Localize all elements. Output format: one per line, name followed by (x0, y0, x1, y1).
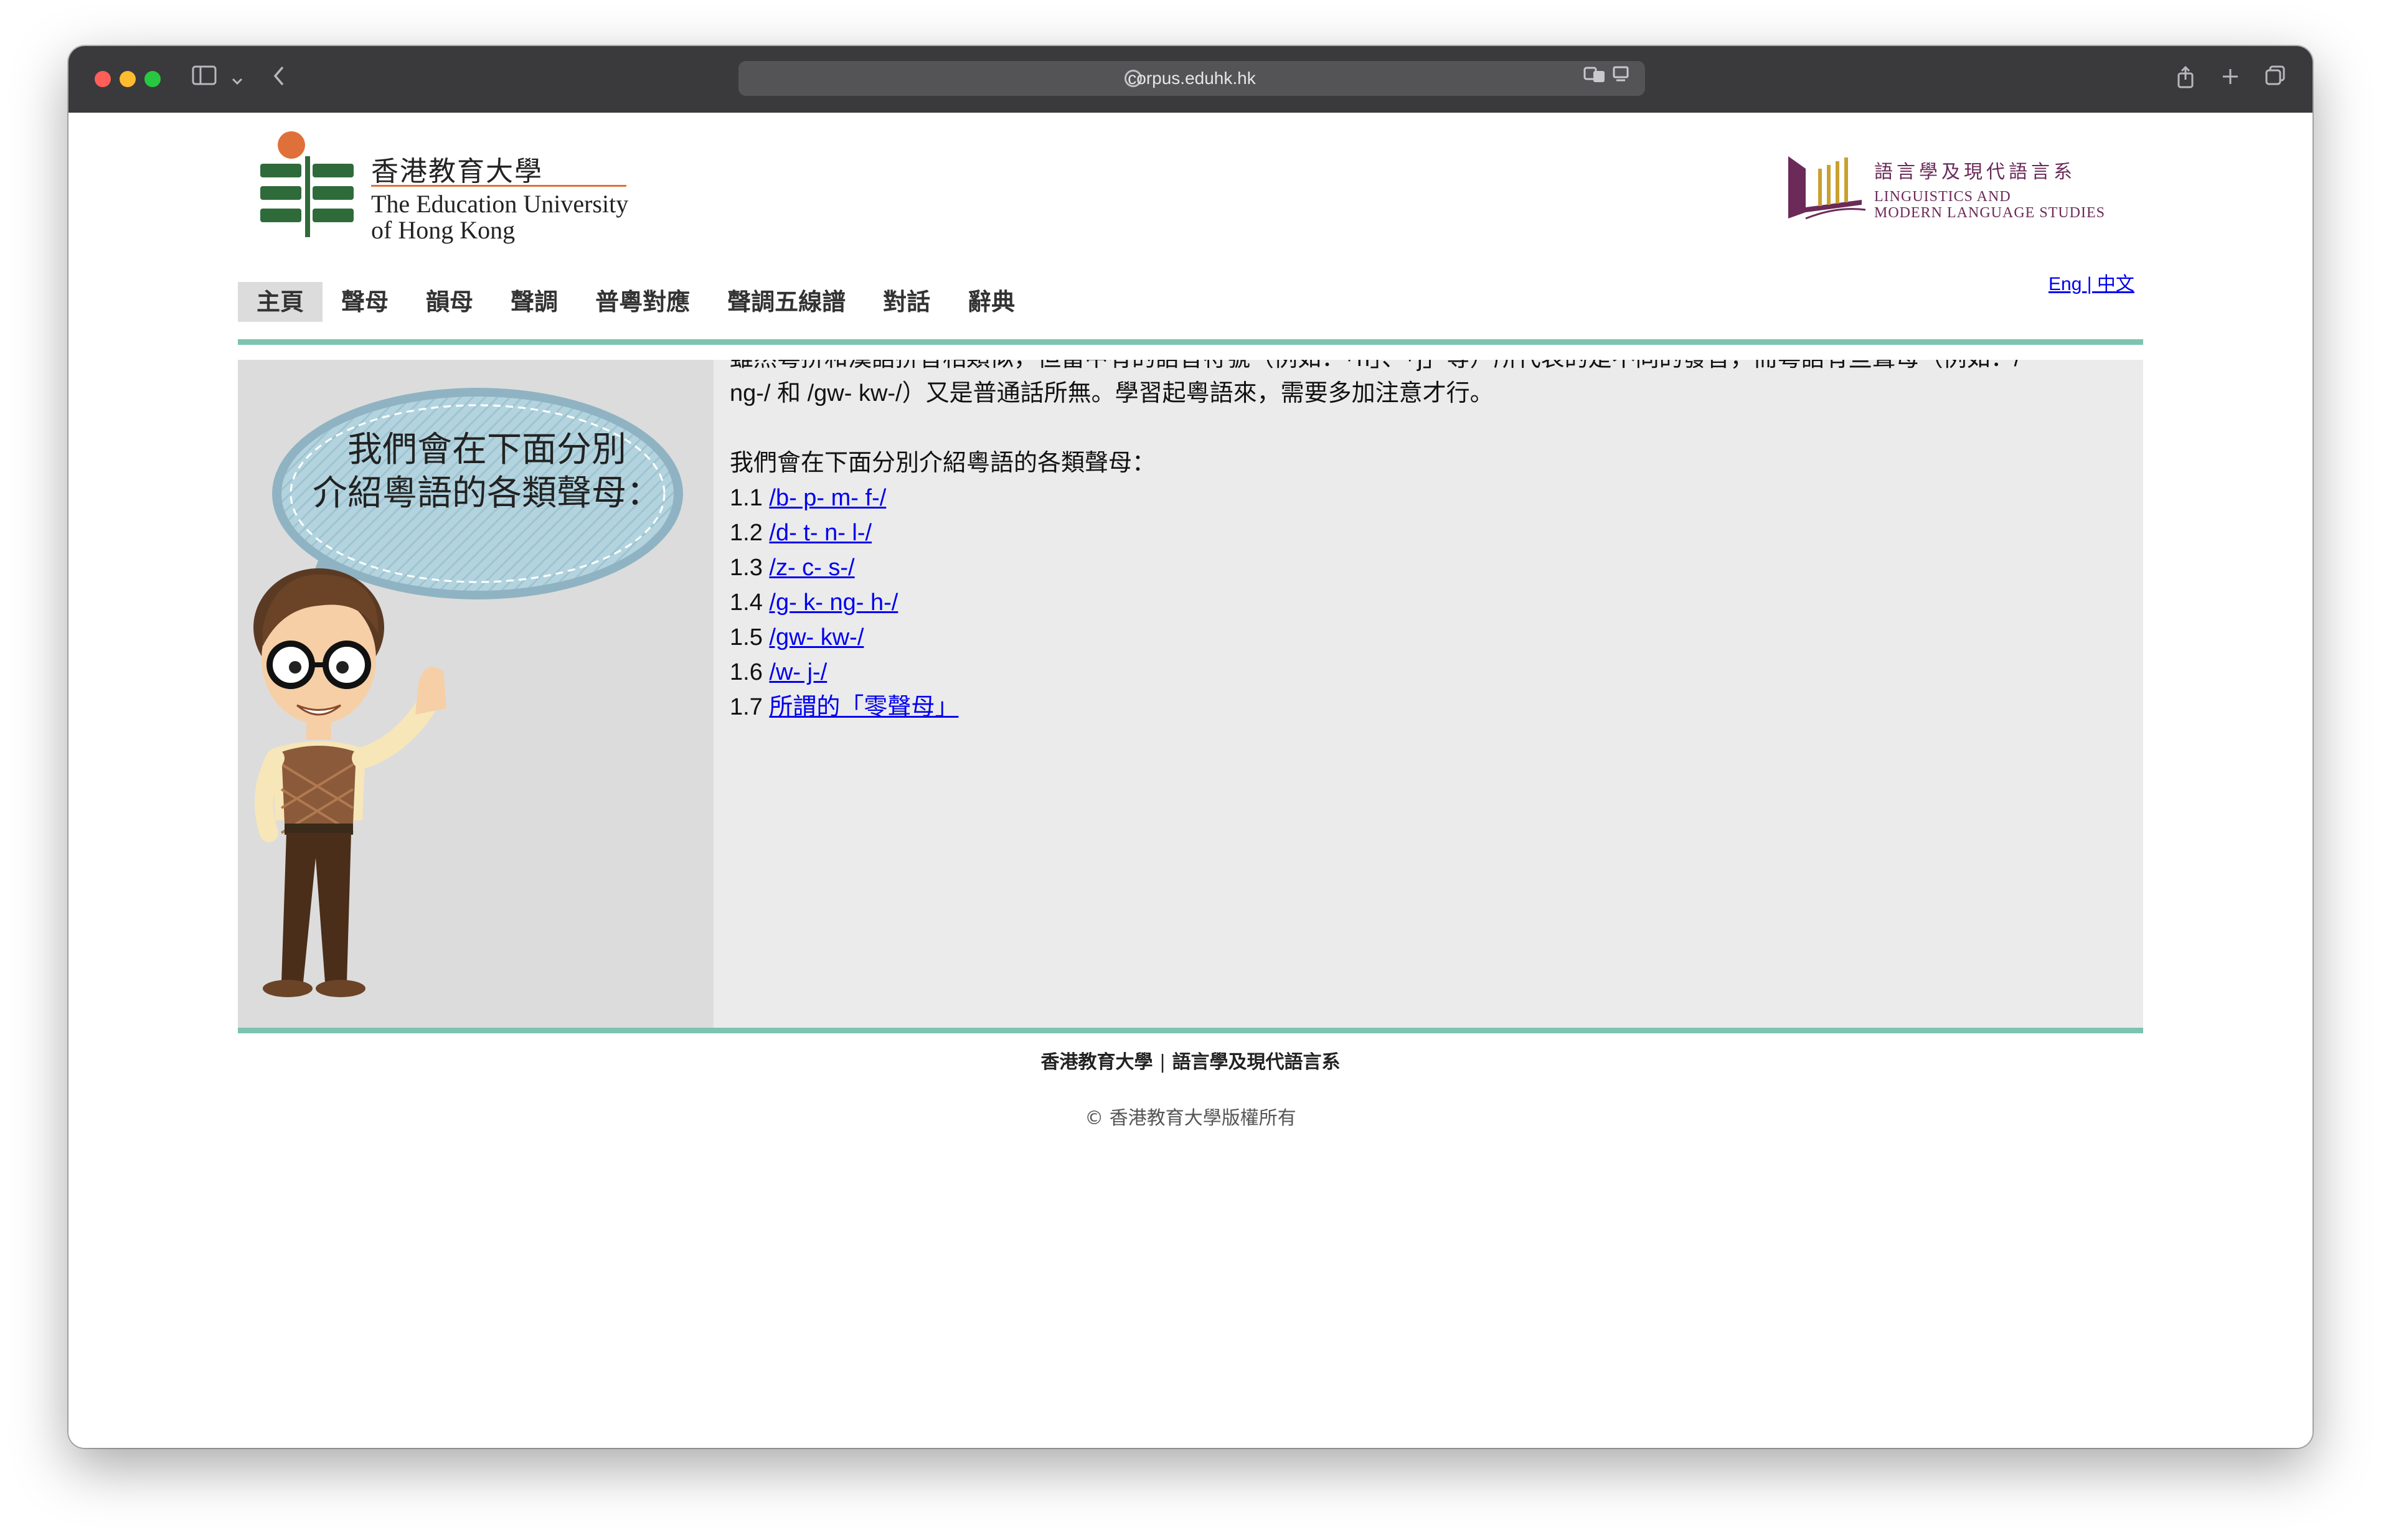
nav-item-home[interactable]: 主頁 (238, 282, 323, 322)
bubble-text-line1: 我們會在下面分別 (347, 430, 626, 470)
address-bar[interactable]: corpus.eduhk.hk (738, 61, 1645, 96)
zoom-window-button[interactable] (144, 71, 161, 87)
list-item: 1.3 /z- c- s-/ (730, 555, 855, 581)
address-text[interactable]: corpus.eduhk.hk (738, 61, 1645, 96)
footer-links: 香港教育大學 | 語言學及現代語言系 (68, 1046, 2313, 1074)
bubble-text-line2: 介紹粵語的各類聲母： (313, 473, 661, 514)
nav-item-initials[interactable]: 聲母 (323, 282, 407, 322)
close-window-button[interactable] (95, 71, 111, 87)
link-initials-d-t-n-l[interactable]: /d- t- n- l-/ (769, 520, 872, 546)
copyright-text: © 香港教育大學版權所有 (1085, 1107, 1296, 1129)
dept-logo[interactable]: 語言學及現代語言系 LINGUISTICS AND MODERN LANGUAG… (1781, 150, 2142, 225)
back-chevron-icon[interactable] (266, 65, 291, 93)
dept-text-en-line1: LINGUISTICS AND (1874, 189, 2011, 205)
nav-item-dialogue[interactable]: 對話 (864, 282, 949, 322)
web-page: 香港教育大學 The Education University of Hong … (68, 113, 2313, 1448)
dept-text-cn: 語言學及現代語言系 (1874, 161, 2076, 183)
link-initials-z-c-s[interactable]: /z- c- s-/ (769, 555, 854, 581)
logo-text-cn: 香港教育大學 (371, 156, 543, 187)
footer-dept-link[interactable]: 語言學及現代語言系 (1172, 1051, 1341, 1073)
main-nav: 主頁 聲母 韻母 聲調 普粵對應 聲調五線譜 對話 辭典 (238, 282, 1034, 322)
eduhk-logo[interactable]: 香港教育大學 The Education University of Hong … (255, 131, 641, 250)
browser-toolbar: corpus.eduhk.hk (68, 46, 2313, 113)
list-item: 1.1 /b- p- m- f-/ (730, 485, 887, 511)
logo-text-en-line1: The Education University (371, 190, 629, 218)
nav-item-dictionary[interactable]: 辭典 (949, 282, 1034, 322)
link-initials-b-p-m-f[interactable]: /b- p- m- f-/ (769, 485, 886, 511)
share-icon[interactable] (2173, 65, 2198, 93)
intro-line-2: ng-/ 和 /gw- kw-/）又是普通話所無。學習起粵語來，需要多加注意才行… (730, 380, 1494, 406)
footer-separator: | (1159, 1051, 1166, 1073)
illustration-panel: 我們會在下面分別 介紹粵語的各類聲母： (238, 360, 714, 1028)
list-item: 1.2 /d- t- n- l-/ (730, 520, 872, 546)
minimize-window-button[interactable] (120, 71, 136, 87)
logo-text-en-line2: of Hong Kong (371, 216, 516, 244)
top-divider (238, 339, 2143, 345)
dept-emblem-icon (1788, 156, 1866, 220)
nav-item-putonghua-cantonese[interactable]: 普粵對應 (577, 282, 709, 322)
language-switch-link[interactable]: Eng | 中文 (2049, 268, 2134, 296)
nav-item-finals[interactable]: 韻母 (407, 282, 492, 322)
sidebar-icon[interactable] (191, 65, 218, 93)
list-item: 1.6 /w- j-/ (730, 659, 827, 685)
content-panel[interactable]: 雖然粵拼和漢語拼音相類似，但當中有的語音符號（例如：「n」、「j」等）所代表的是… (714, 360, 2143, 1028)
link-initials-g-k-ng-h[interactable]: /g- k- ng- h-/ (769, 589, 898, 616)
eduhk-emblem-icon (260, 131, 354, 237)
intro-line-1: 雖然粵拼和漢語拼音相類似，但當中有的語音符號（例如：「n」、「j」等）所代表的是… (730, 360, 2131, 376)
lead-text: 我們會在下面分別介紹粵語的各類聲母： (730, 450, 1156, 476)
list-item: 1.4 /g- k- ng- h-/ (730, 589, 898, 616)
browser-window: corpus.eduhk.hk 香港教育大學 The Education Uni… (68, 46, 2313, 1448)
link-initials-w-j[interactable]: /w- j-/ (769, 659, 827, 685)
translate-icon[interactable] (1583, 67, 1611, 88)
plus-icon[interactable] (2218, 65, 2243, 93)
link-initials-gw-kw[interactable]: /gw- kw-/ (769, 624, 864, 650)
footer-org-link[interactable]: 香港教育大學 (1040, 1051, 1153, 1073)
reader-icon[interactable] (1611, 66, 1630, 88)
bottom-divider (238, 1028, 2143, 1033)
content-body: 雖然粵拼和漢語拼音相類似，但當中有的語音符號（例如：「n」、「j」等）所代表的是… (730, 360, 2131, 725)
link-zero-initial[interactable]: 所謂的「零聲母」 (769, 694, 958, 720)
chevron-down-icon[interactable] (228, 65, 247, 93)
list-item: 1.7 所謂的「零聲母」 (730, 694, 959, 720)
nav-item-tone-staff[interactable]: 聲調五線譜 (709, 282, 864, 322)
dept-text-en-line2: MODERN LANGUAGE STUDIES (1874, 205, 2105, 221)
nav-item-tones[interactable]: 聲調 (492, 282, 577, 322)
tabs-overview-icon[interactable] (2263, 65, 2288, 93)
list-item: 1.5 /gw- kw-/ (730, 624, 864, 650)
